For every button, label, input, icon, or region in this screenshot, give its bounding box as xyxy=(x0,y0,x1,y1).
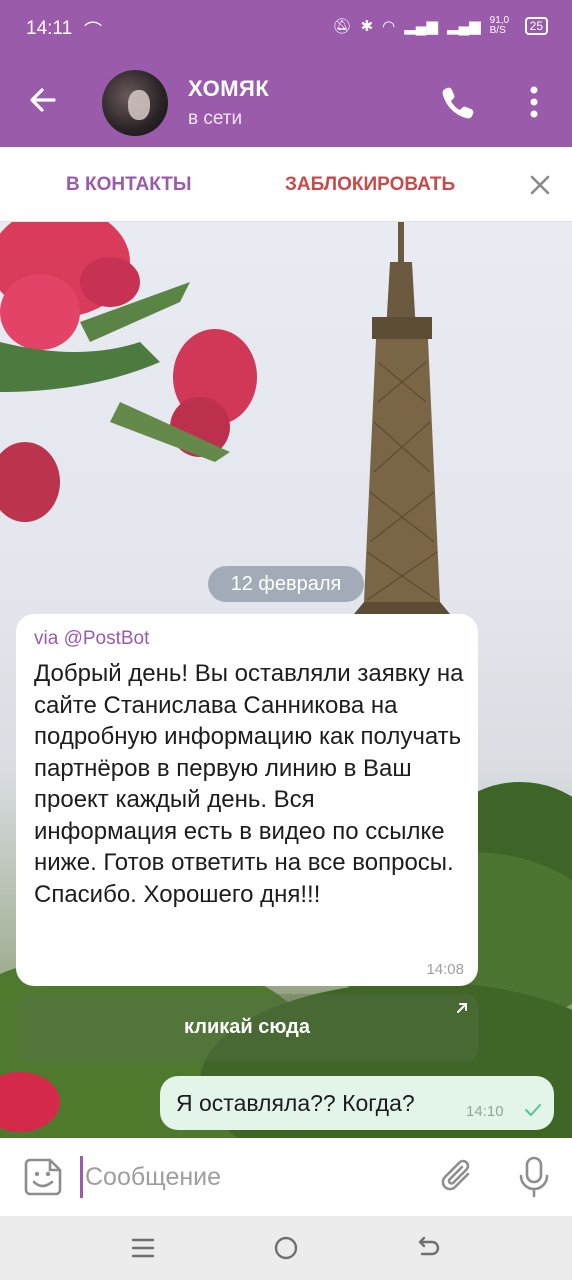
inline-link-button[interactable]: кликай сюда xyxy=(16,994,478,1062)
wifi-icon: ◠ xyxy=(382,18,396,35)
network-speed: 91,0 B/S xyxy=(489,15,510,36)
outgoing-time: 14:10 xyxy=(466,1103,504,1120)
status-bar: 14:11 ⌒ 🔕︎ ✱ ◠ ▂▄▆ ▂▄▆ 91,0 B/S 25 xyxy=(0,0,572,58)
message-input[interactable] xyxy=(80,1156,420,1198)
message-time: 14:08 xyxy=(426,961,464,978)
microphone-icon[interactable] xyxy=(514,1154,554,1200)
status-time: 14:11 xyxy=(26,18,73,39)
more-vert-icon[interactable] xyxy=(520,82,548,122)
outgoing-message[interactable]: Я оставляла?? Когда? 14:10 xyxy=(160,1076,554,1130)
date-label: 12 февраля xyxy=(230,573,342,595)
check-icon xyxy=(525,1104,541,1116)
external-link-icon xyxy=(457,1003,467,1013)
bot-username[interactable]: @PostBot xyxy=(64,628,150,649)
nav-back-icon[interactable] xyxy=(414,1234,442,1262)
status-icons: 🔕︎ ✱ ◠ ▂▄▆ ▂▄▆ 91,0 B/S 25 xyxy=(333,16,548,36)
back-arrow-icon[interactable] xyxy=(22,78,66,122)
inline-button-label: кликай сюда xyxy=(184,1016,310,1038)
close-icon[interactable] xyxy=(524,169,556,201)
sticker-icon[interactable] xyxy=(22,1156,64,1198)
phone-icon[interactable] xyxy=(438,82,478,122)
notification-icon: ⌒ xyxy=(84,21,102,41)
battery-icon: 25 xyxy=(524,17,548,35)
bluetooth-icon: ✱ xyxy=(360,18,374,35)
date-separator: 12 февраля xyxy=(208,566,364,602)
avatar[interactable] xyxy=(102,70,168,136)
via-bot-line[interactable]: via @PostBot xyxy=(34,628,149,650)
message-text: Добрый день! Вы оставляли заявку на сайт… xyxy=(34,660,464,908)
signal-icon: ▂▄▆ xyxy=(404,18,438,35)
paperclip-icon[interactable] xyxy=(438,1156,478,1198)
home-icon[interactable] xyxy=(272,1234,300,1262)
chat-status: в сети xyxy=(188,108,243,129)
block-user-button[interactable]: ЗАБЛОКИРОВАТЬ xyxy=(285,174,455,196)
contact-action-bar: В КОНТАКТЫ ЗАБЛОКИРОВАТЬ xyxy=(0,147,572,222)
recent-apps-icon[interactable] xyxy=(130,1236,156,1260)
message-input-bar xyxy=(0,1138,572,1216)
outgoing-text: Я оставляла?? Когда? xyxy=(176,1090,415,1116)
via-prefix: via xyxy=(34,628,64,649)
system-nav-bar xyxy=(0,1216,572,1280)
chat-title[interactable]: ХОМЯК xyxy=(188,76,269,102)
incoming-message[interactable]: via @PostBot Добрый день! Вы оставляли з… xyxy=(16,614,478,986)
signal-icon-2: ▂▄▆ xyxy=(446,18,481,35)
chat-header: ХОМЯК в сети xyxy=(0,58,572,147)
mute-icon: 🔕︎ xyxy=(332,18,352,35)
add-contact-button[interactable]: В КОНТАКТЫ xyxy=(66,174,192,196)
